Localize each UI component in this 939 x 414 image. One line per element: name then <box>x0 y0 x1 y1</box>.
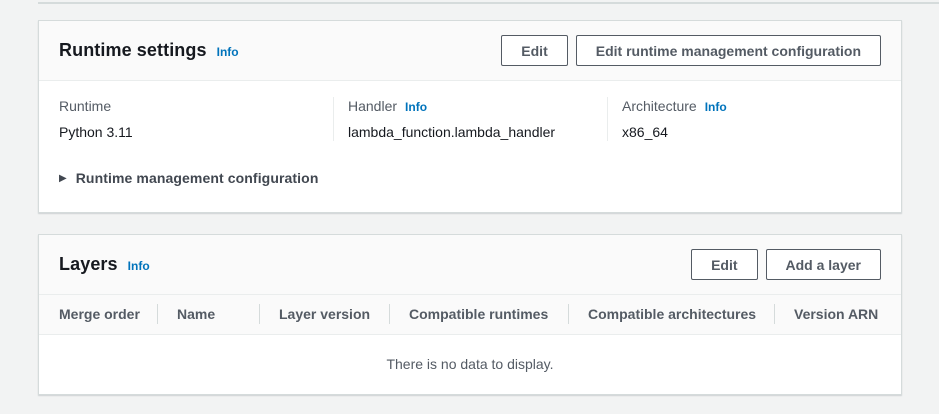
handler-info-link[interactable]: Info <box>405 100 427 114</box>
edit-runtime-management-configuration-button[interactable]: Edit runtime management configuration <box>576 35 881 66</box>
expand-caret-icon: ▶ <box>59 169 67 188</box>
runtime-field: Runtime Python 3.11 <box>59 97 333 141</box>
runtime-settings-info-link[interactable]: Info <box>217 45 239 59</box>
lambda-code-tab-content: Runtime settings Info Edit Edit runtime … <box>38 0 902 395</box>
layers-table: Merge order Name Layer version Compatibl… <box>39 295 901 394</box>
architecture-field: Architecture Info x86_64 <box>607 97 881 141</box>
runtime-field-label: Runtime <box>59 97 111 115</box>
runtime-field-label-row: Runtime <box>59 97 317 115</box>
layers-title-wrap: Layers Info <box>59 254 150 275</box>
empty-table-message: There is no data to display. <box>39 334 901 394</box>
column-header-compatible-architectures[interactable]: Compatible architectures <box>568 295 774 334</box>
runtime-management-configuration-expander-label: Runtime management configuration <box>76 169 319 188</box>
runtime-settings-fields: Runtime Python 3.11 Handler Info lambda_… <box>59 97 881 141</box>
column-header-name[interactable]: Name <box>157 295 259 334</box>
previous-panel-divider <box>38 2 939 4</box>
runtime-field-value: Python 3.11 <box>59 123 317 141</box>
handler-field-value: lambda_function.lambda_handler <box>348 123 591 141</box>
handler-field-label-row: Handler Info <box>348 97 591 115</box>
runtime-settings-actions: Edit Edit runtime management configurati… <box>493 35 881 66</box>
runtime-settings-title: Runtime settings <box>59 40 207 61</box>
runtime-management-configuration-expander[interactable]: ▶ Runtime management configuration <box>59 169 318 188</box>
column-header-layer-version[interactable]: Layer version <box>259 295 389 334</box>
architecture-field-label-row: Architecture Info <box>622 97 865 115</box>
layers-info-link[interactable]: Info <box>128 259 150 273</box>
column-header-version-arn[interactable]: Version ARN <box>774 295 901 334</box>
layers-card-header: Layers Info Edit Add a layer <box>39 235 901 295</box>
handler-field-label: Handler <box>348 97 397 115</box>
handler-field: Handler Info lambda_function.lambda_hand… <box>333 97 607 141</box>
runtime-settings-card: Runtime settings Info Edit Edit runtime … <box>38 20 902 213</box>
add-layer-button[interactable]: Add a layer <box>766 249 881 280</box>
architecture-field-value: x86_64 <box>622 123 865 141</box>
layers-table-header-row: Merge order Name Layer version Compatibl… <box>39 295 901 334</box>
edit-layers-button[interactable]: Edit <box>691 249 757 280</box>
runtime-settings-title-wrap: Runtime settings Info <box>59 40 239 61</box>
layers-title: Layers <box>59 254 118 275</box>
layers-actions: Edit Add a layer <box>683 249 881 280</box>
column-header-merge-order[interactable]: Merge order <box>39 295 157 334</box>
architecture-field-label: Architecture <box>622 97 697 115</box>
edit-runtime-settings-button[interactable]: Edit <box>501 35 567 66</box>
column-header-compatible-runtimes[interactable]: Compatible runtimes <box>389 295 568 334</box>
architecture-info-link[interactable]: Info <box>705 100 727 114</box>
runtime-settings-card-body: Runtime Python 3.11 Handler Info lambda_… <box>39 81 901 212</box>
layers-card: Layers Info Edit Add a layer Merge order <box>38 234 902 395</box>
layers-table-empty-row: There is no data to display. <box>39 334 901 394</box>
runtime-settings-card-header: Runtime settings Info Edit Edit runtime … <box>39 21 901 81</box>
